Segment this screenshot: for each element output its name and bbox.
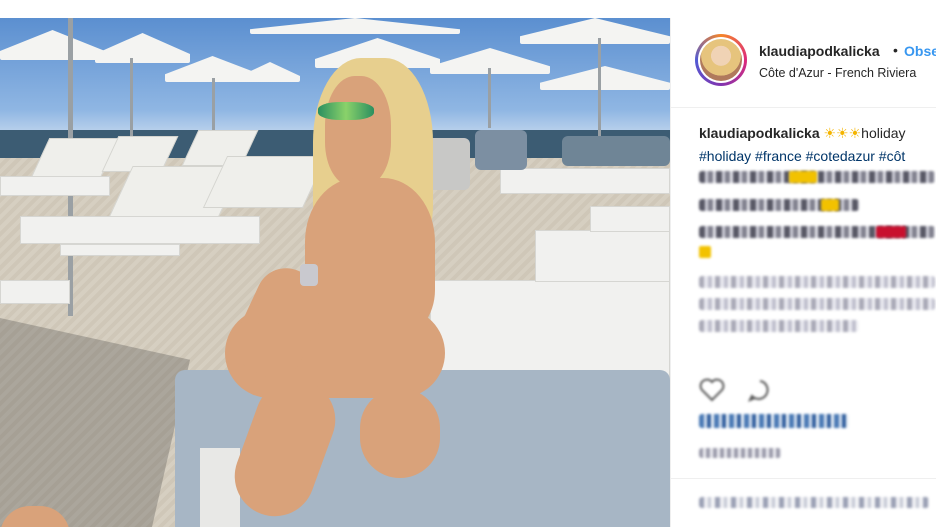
watch [300, 264, 318, 286]
blurred-emoji [699, 246, 711, 258]
umbrella [520, 18, 670, 44]
lounger [0, 176, 110, 196]
towel [475, 130, 527, 170]
avatar-image [700, 39, 742, 81]
post-photo[interactable] [0, 18, 670, 527]
person-face [325, 76, 391, 186]
lounger [60, 244, 180, 256]
caption-first-line: klaudiapodkalicka ☀☀☀holiday [699, 122, 936, 145]
umbrella-pole [598, 38, 601, 148]
caption-username[interactable]: klaudiapodkalicka [699, 125, 820, 141]
comment-icon[interactable] [747, 378, 773, 402]
person-leg [360, 388, 440, 478]
sun-emoji: ☀☀☀ [823, 125, 862, 141]
lounger [0, 280, 70, 304]
lounger [430, 280, 670, 380]
umbrella [540, 66, 670, 90]
blurred-caption-line [699, 298, 935, 310]
umbrella [0, 30, 105, 60]
likes-count-blurred[interactable] [699, 414, 849, 428]
top-strip [0, 0, 936, 18]
blurred-caption-line [699, 276, 935, 288]
sunglasses [318, 102, 374, 120]
lounger [500, 168, 670, 194]
lounger [535, 230, 670, 282]
avatar[interactable] [695, 34, 747, 86]
post-sidebar: klaudiapodkalicka • Obse Côte d'Azur - F… [670, 18, 936, 527]
umbrella-pole [130, 58, 133, 148]
umbrella [250, 18, 460, 34]
follow-button[interactable]: Obse [904, 43, 936, 59]
username-link[interactable]: klaudiapodkalicka [759, 43, 880, 59]
umbrella-pole [488, 68, 491, 128]
caption: klaudiapodkalicka ☀☀☀holiday #holiday #f… [699, 122, 936, 168]
avatar-frame [698, 37, 744, 83]
umbrella [95, 33, 190, 63]
blurred-emoji [821, 199, 839, 211]
caption-text: holiday [861, 125, 906, 141]
heart-icon[interactable] [699, 378, 725, 402]
lounger [590, 206, 670, 232]
blurred-caption-line [699, 171, 935, 183]
towel [562, 136, 670, 166]
caption-hashtags[interactable]: #holiday #france #cotedazur #côt [699, 145, 936, 168]
towel [200, 448, 240, 527]
comment-input-area[interactable] [671, 478, 936, 527]
location-link[interactable]: Côte d'Azur - French Riviera [759, 66, 916, 80]
blurred-emoji [789, 171, 817, 183]
blurred-emoji [876, 226, 906, 238]
post-header: klaudiapodkalicka • Obse Côte d'Azur - F… [671, 18, 936, 108]
comment-placeholder-blurred [699, 497, 929, 508]
lounger [20, 216, 260, 244]
post-time-blurred [699, 448, 781, 458]
blurred-caption-line [699, 320, 859, 332]
umbrella [240, 62, 300, 82]
separator-dot: • [893, 42, 898, 58]
